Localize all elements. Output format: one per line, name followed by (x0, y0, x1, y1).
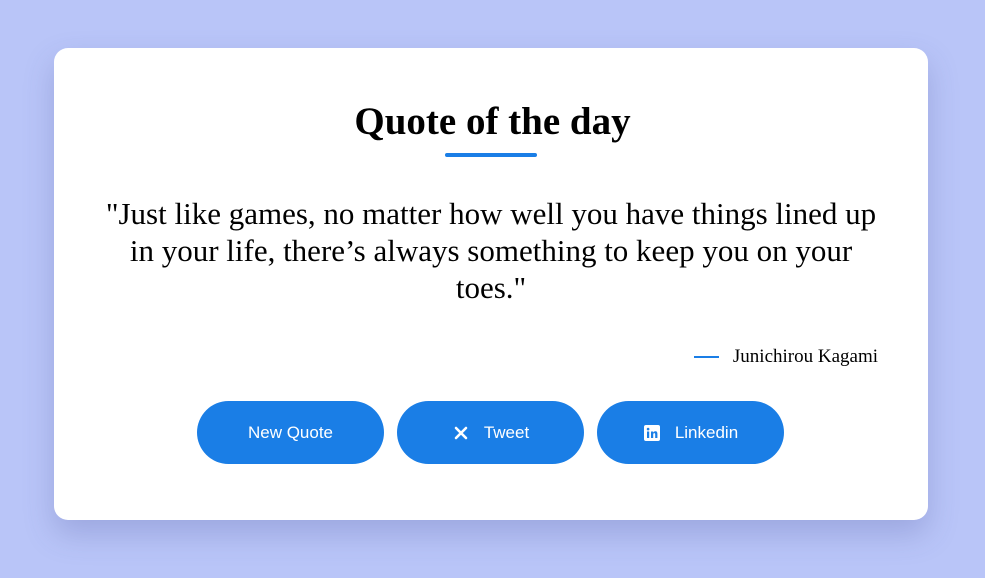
x-icon (452, 424, 470, 442)
new-quote-label: New Quote (247, 422, 334, 442)
linkedin-button[interactable]: Linkedin (597, 401, 784, 464)
page-title: Quote of the day (354, 100, 631, 143)
author-row: Junichirou Kagami (693, 344, 878, 370)
linkedin-icon (643, 424, 661, 442)
linkedin-label: Linkedin (674, 422, 739, 442)
author-dash (693, 356, 719, 358)
quote-text: "Just like games, no matter how well you… (105, 196, 877, 305)
new-quote-button[interactable]: New Quote (197, 401, 384, 464)
tweet-button[interactable]: Tweet (397, 401, 584, 464)
tweet-label: Tweet (483, 422, 530, 442)
author-name: Junichirou Kagami (732, 346, 878, 367)
title-underline (445, 153, 537, 157)
